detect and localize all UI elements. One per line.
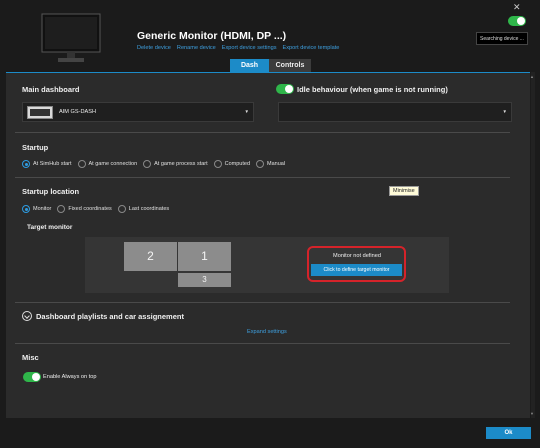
search-status: Searching device ... — [476, 32, 528, 45]
radio-icon — [143, 160, 152, 168]
location-option-monitor[interactable]: Monitor — [22, 205, 51, 213]
define-target-monitor-button[interactable]: Click to define target monitor — [311, 264, 402, 276]
idle-behaviour-label: Idle behaviour (when game is not running… — [297, 85, 448, 94]
tab-controls[interactable]: Controls — [269, 59, 311, 73]
startup-option-manual[interactable]: Manual — [256, 160, 285, 168]
divider — [15, 302, 510, 303]
export-device-settings-link[interactable]: Export device settings — [222, 45, 277, 51]
scroll-up-icon[interactable]: ▲ — [530, 74, 534, 79]
startup-title: Startup — [22, 143, 49, 152]
startup-option-game-connection[interactable]: At game connection — [77, 160, 137, 168]
main-dashboard-value: AIM GS-DASH — [59, 109, 96, 115]
expand-settings-link[interactable]: Expand settings — [247, 329, 287, 335]
device-enabled-toggle[interactable] — [508, 16, 526, 26]
startup-option-game-process[interactable]: At game process start — [143, 160, 208, 168]
target-monitor-title: Target monitor — [27, 224, 73, 231]
tab-bar: Dash Controls — [230, 59, 311, 73]
radio-icon — [77, 160, 86, 168]
startup-radio-group: At SimHub start At game connection At ga… — [22, 160, 291, 168]
monitor-1[interactable]: 1 — [178, 242, 231, 271]
main-dashboard-select[interactable]: AIM GS-DASH ▼ — [22, 102, 254, 122]
scroll-down-icon[interactable]: ▼ — [530, 411, 534, 416]
device-title: Generic Monitor (HDMI, DP ...) — [137, 30, 287, 42]
minimise-tooltip: Minimise — [389, 186, 419, 196]
divider — [15, 343, 510, 344]
radio-selected-icon — [22, 160, 30, 168]
divider — [15, 177, 510, 178]
idle-behaviour-select[interactable]: ▼ — [278, 102, 512, 122]
radio-icon — [57, 205, 66, 213]
always-on-top-toggle[interactable] — [23, 372, 41, 382]
radio-icon — [256, 160, 265, 168]
playlists-title[interactable]: Dashboard playlists and car assignement — [36, 312, 184, 321]
radio-selected-icon — [22, 205, 30, 213]
main-dashboard-title: Main dashboard — [22, 85, 80, 94]
chevron-down-circle-icon[interactable] — [22, 311, 32, 321]
radio-icon — [117, 205, 126, 213]
startup-location-title: Startup location — [22, 187, 80, 196]
delete-device-link[interactable]: Delete device — [137, 45, 171, 51]
scrollbar[interactable] — [531, 72, 535, 418]
idle-behaviour-toggle[interactable] — [276, 84, 294, 94]
radio-icon — [213, 160, 222, 168]
monitor-3[interactable]: 3 — [178, 273, 231, 287]
always-on-top-label: Enable Always on top — [43, 374, 97, 380]
location-option-last-coordinates[interactable]: Last coordinates — [117, 205, 169, 213]
dashboard-thumbnail — [27, 106, 53, 119]
startup-option-simhub-start[interactable]: At SimHub start — [22, 160, 72, 168]
chevron-down-icon: ▼ — [244, 109, 249, 114]
divider — [15, 132, 510, 133]
device-actions: Delete device Rename device Export devic… — [137, 45, 339, 51]
misc-title: Misc — [22, 353, 39, 362]
monitor-device-icon — [41, 13, 101, 62]
export-device-template-link[interactable]: Export device template — [283, 45, 340, 51]
close-icon[interactable]: ✕ — [513, 2, 521, 13]
monitor-status: Monitor not defined — [333, 253, 381, 259]
rename-device-link[interactable]: Rename device — [177, 45, 216, 51]
chevron-down-icon: ▼ — [502, 109, 507, 114]
monitor-2[interactable]: 2 — [124, 242, 177, 271]
ok-button[interactable]: Ok — [486, 427, 531, 439]
startup-location-radio-group: Monitor Fixed coordinates Last coordinat… — [22, 205, 175, 213]
tab-dash[interactable]: Dash — [230, 59, 269, 73]
location-option-fixed-coordinates[interactable]: Fixed coordinates — [57, 205, 112, 213]
startup-option-computed[interactable]: Computed — [213, 160, 250, 168]
